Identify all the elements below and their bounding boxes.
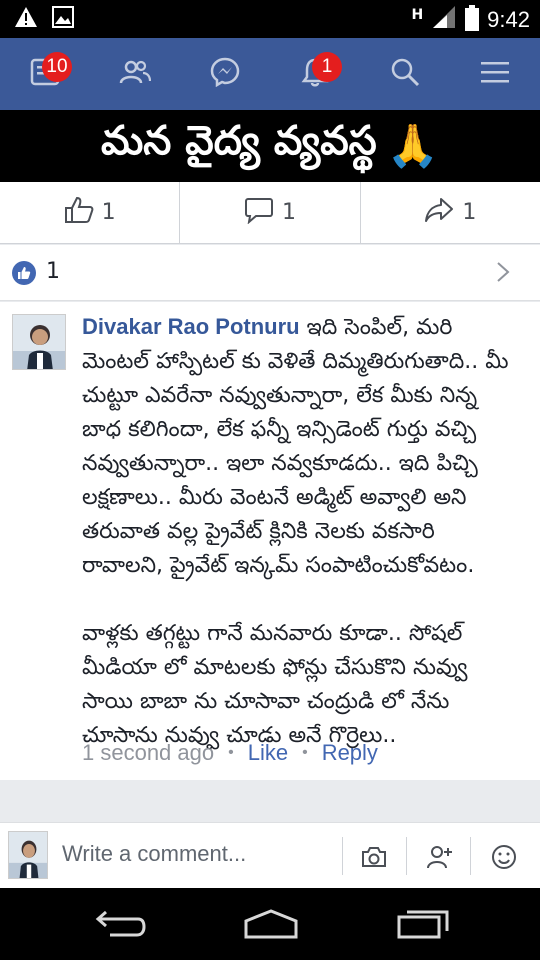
like-button[interactable]: 1 [0, 182, 181, 243]
image-icon [52, 6, 74, 32]
like-reaction-icon [12, 261, 36, 285]
comment-button[interactable]: 1 [180, 182, 361, 243]
post-image-banner[interactable]: మన వైద్య వ్యవస్థ 🙏 [0, 110, 540, 182]
camera-icon[interactable] [356, 841, 392, 873]
status-bar: H 9:42 [0, 0, 540, 38]
emoji-icon[interactable] [486, 841, 522, 873]
home-icon[interactable] [236, 906, 306, 942]
thumbs-up-icon [64, 196, 94, 230]
reactions-summary[interactable]: 1 [0, 245, 540, 301]
comment-timestamp: 1 second ago [82, 740, 215, 765]
nav-messenger[interactable] [180, 38, 270, 110]
back-icon[interactable] [84, 906, 154, 942]
divider [342, 837, 343, 875]
comment-meta: 1 second ago • Like • Reply [82, 740, 378, 766]
chevron-right-icon [496, 261, 510, 287]
comment-body: Divakar Rao Potnuru ఇది సెంపిల్, మరి మెం… [82, 310, 522, 753]
top-nav-bar: 10 1 [0, 38, 540, 110]
meta-separator: • [302, 744, 308, 761]
praying-hands-emoji: 🙏 [386, 121, 440, 170]
commenter-avatar[interactable] [12, 314, 66, 370]
meta-separator: • [228, 744, 234, 761]
comment-input[interactable]: Write a comment... [62, 841, 246, 867]
notifications-badge: 1 [312, 52, 342, 82]
share-arrow-icon [424, 196, 454, 230]
comment-like-link[interactable]: Like [248, 740, 288, 766]
comment-count: 1 [281, 200, 296, 225]
like-count: 1 [101, 200, 116, 225]
divider [406, 837, 407, 875]
comment-reply-link[interactable]: Reply [322, 740, 378, 766]
comment-bubble-icon [244, 196, 274, 230]
android-nav-bar [0, 888, 540, 960]
banner-text: మన వైద్య వ్యవస్థ [100, 118, 377, 164]
hamburger-menu-icon [481, 60, 509, 88]
news-feed-badge: 10 [42, 52, 72, 82]
share-button[interactable]: 1 [361, 182, 540, 243]
recents-icon[interactable] [388, 906, 458, 942]
comment-text: ఇది సెంపిల్, మరి మెంటల్ హాస్పిటల్ కు వెళ… [82, 315, 509, 748]
comment-thread: Divakar Rao Potnuru ఇది సెంపిల్, మరి మెం… [0, 302, 540, 780]
nav-friends[interactable] [90, 38, 180, 110]
search-icon [390, 57, 420, 91]
reactions-count: 1 [46, 259, 60, 284]
comment-author[interactable]: Divakar Rao Potnuru [82, 314, 300, 339]
nav-notifications[interactable]: 1 [270, 38, 360, 110]
add-friend-icon[interactable] [422, 841, 458, 873]
messenger-icon [210, 57, 240, 91]
nav-news-feed[interactable]: 10 [0, 38, 90, 110]
network-type: H [411, 7, 424, 23]
share-count: 1 [462, 200, 477, 225]
clock: 9:42 [487, 7, 530, 32]
nav-search[interactable] [360, 38, 450, 110]
nav-menu[interactable] [450, 38, 540, 110]
friends-icon [119, 59, 152, 89]
signal-icon [431, 6, 457, 34]
warning-icon [14, 6, 38, 32]
post-action-bar: 1 1 1 [0, 182, 540, 244]
current-user-avatar [8, 831, 48, 879]
battery-icon [465, 5, 480, 35]
divider [470, 837, 471, 875]
comment-composer: Write a comment... [0, 822, 540, 888]
